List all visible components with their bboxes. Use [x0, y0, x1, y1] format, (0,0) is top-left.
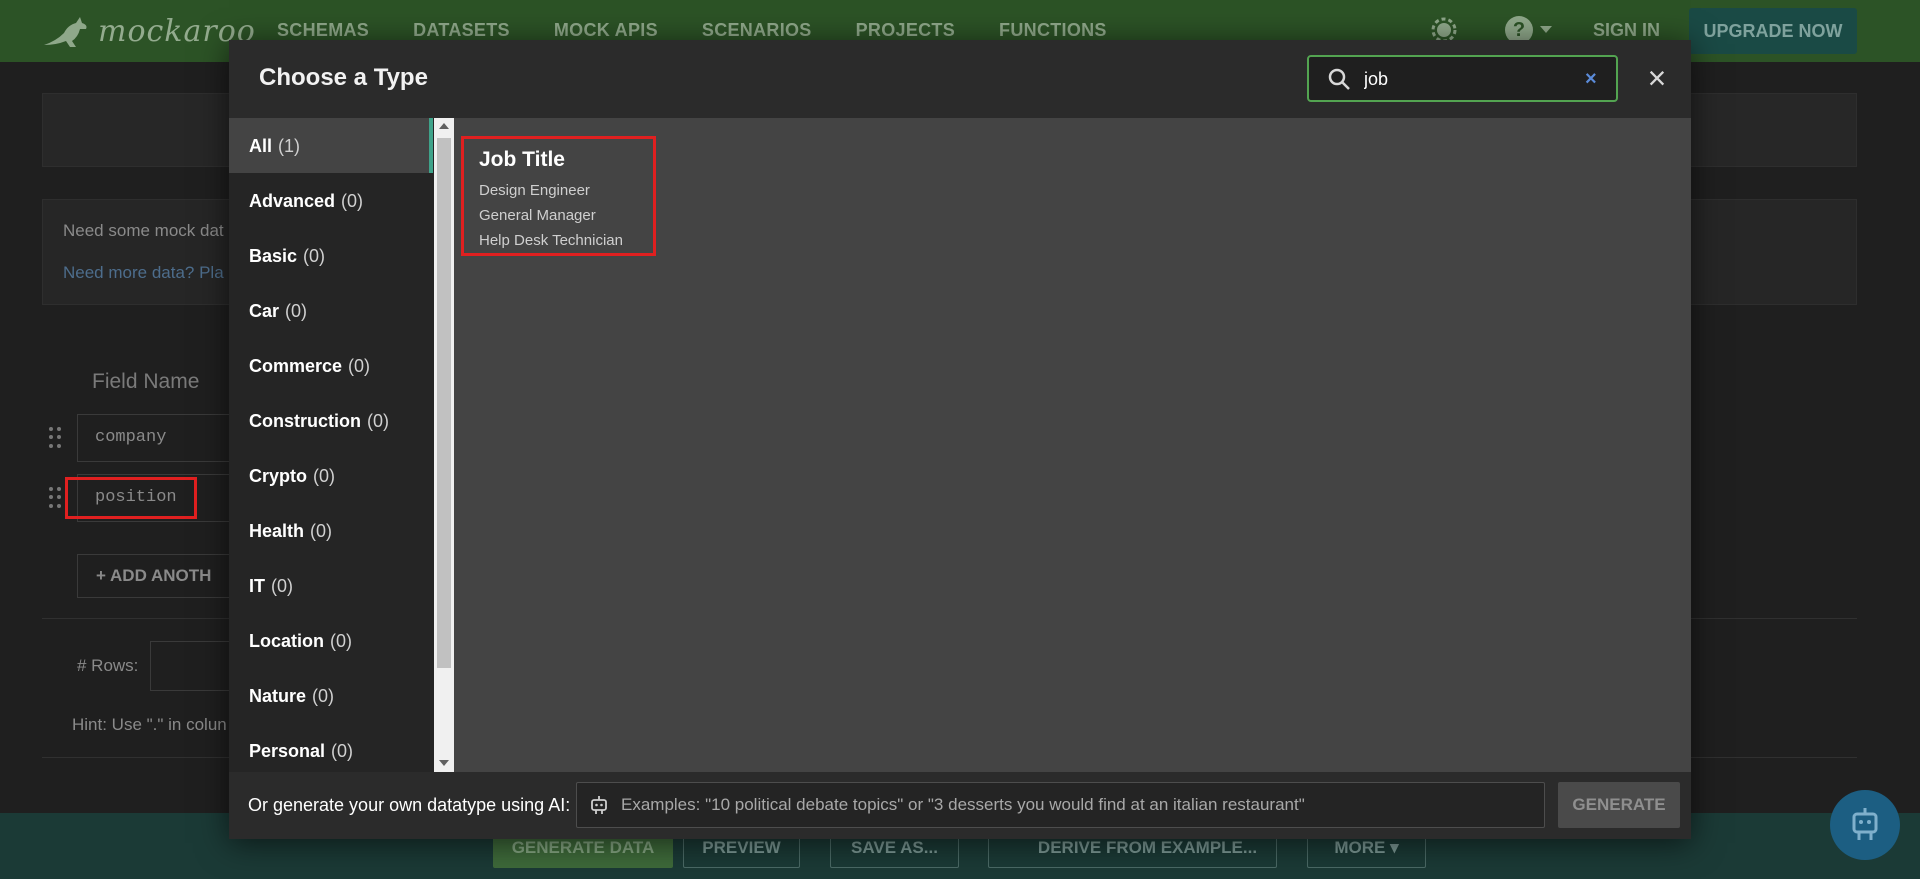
category-label: Advanced [249, 191, 336, 211]
nav-functions[interactable]: FUNCTIONS [999, 20, 1107, 41]
type-card-example: General Manager [479, 207, 596, 224]
type-card-example: Help Desk Technician [479, 232, 623, 249]
type-card-example: Design Engineer [479, 182, 590, 199]
scroll-down-arrow-icon[interactable] [439, 760, 449, 766]
category-label: Basic [249, 246, 298, 266]
sign-in-link[interactable]: SIGN IN [1593, 20, 1660, 41]
help-dropdown-caret-icon[interactable] [1540, 26, 1552, 33]
category-label: Car [249, 301, 280, 321]
category-count: (0) [341, 191, 364, 211]
category-count: (0) [330, 631, 352, 651]
main-nav: SCHEMAS DATASETS MOCK APIS SCENARIOS PRO… [277, 20, 1151, 41]
robot-icon [591, 796, 607, 814]
scroll-up-arrow-icon[interactable] [439, 123, 449, 129]
nav-scenarios[interactable]: SCENARIOS [702, 20, 812, 41]
more-label: MORE [1334, 838, 1386, 857]
nav-projects[interactable]: PROJECTS [856, 20, 955, 41]
type-search-input[interactable] [1364, 65, 1574, 93]
upgrade-now-button[interactable]: UPGRADE NOW [1689, 8, 1857, 54]
category-label: IT [249, 576, 265, 596]
add-another-field-button[interactable]: + ADD ANOTH [77, 554, 237, 598]
choose-type-modal: Choose a Type × × All(1) Advanced(0) Bas… [229, 40, 1691, 839]
type-card-title: Job Title [479, 148, 565, 171]
drag-handle-icon[interactable] [49, 427, 63, 449]
category-count: (0) [271, 576, 293, 596]
field-name-input[interactable]: company [77, 414, 237, 462]
category-construction[interactable]: Construction (0) [229, 393, 433, 448]
scroll-thumb[interactable] [437, 138, 451, 668]
kangaroo-icon [44, 16, 87, 47]
category-commerce[interactable]: Commerce (0) [229, 338, 433, 393]
category-personal[interactable]: Personal (0) [229, 723, 433, 772]
modal-title: Choose a Type [259, 64, 428, 91]
category-count: (1) [278, 136, 301, 156]
nav-mock-apis[interactable]: MOCK APIS [554, 20, 658, 41]
nav-schemas[interactable]: SCHEMAS [277, 20, 369, 41]
category-label: Personal [249, 741, 326, 761]
modal-header: Choose a Type × × [229, 40, 1691, 118]
category-label: Commerce [249, 356, 343, 376]
category-count: (0) [348, 356, 371, 376]
category-count: (0) [367, 411, 389, 431]
category-label: Nature [249, 686, 307, 706]
drag-handle-icon[interactable] [49, 487, 63, 509]
category-label: All [249, 136, 273, 156]
add-another-label: ADD ANOTH [110, 566, 212, 585]
category-count: (0) [331, 741, 354, 761]
ai-datatype-input[interactable] [621, 792, 1531, 818]
logo[interactable]: mockaroo [42, 14, 256, 49]
nav-datasets[interactable]: DATASETS [413, 20, 510, 41]
category-label: Crypto [249, 466, 307, 486]
category-location[interactable]: Location (0) [229, 613, 433, 668]
category-nature[interactable]: Nature (0) [229, 668, 433, 723]
category-count: (0) [285, 301, 308, 321]
highlight-box [65, 477, 197, 519]
ai-datatype-field [576, 782, 1545, 828]
category-count: (0) [313, 466, 335, 486]
notice-link[interactable]: Need more data? Pla [63, 263, 224, 283]
rows-label: # Rows: [77, 656, 139, 675]
category-crypto[interactable]: Crypto (0) [229, 448, 433, 503]
category-advanced[interactable]: Advanced (0) [229, 173, 433, 228]
clear-search-icon[interactable]: × [1585, 68, 1597, 91]
category-it[interactable]: IT (0) [229, 558, 433, 613]
category-label: Location [249, 631, 324, 651]
ai-generate-label: Or generate your own datatype using AI: [248, 795, 571, 815]
type-search-box: × [1307, 55, 1618, 102]
category-car[interactable]: Car (0) [229, 283, 433, 338]
search-icon [1328, 68, 1350, 90]
category-count: (0) [303, 246, 326, 266]
type-results-panel: Job Title Design Engineer General Manage… [454, 118, 1691, 772]
generate-button[interactable]: GENERATE [1558, 782, 1680, 828]
category-all[interactable]: All (1) [229, 118, 433, 173]
category-sidebar: All (1) Advanced (0) Basic (0) Car (0) Comme… [229, 118, 434, 772]
rows-input[interactable] [150, 641, 240, 691]
category-count: (0) [312, 686, 335, 706]
notice-text: Need some mock dat [63, 221, 224, 240]
ai-generate-footer: Or generate your own datatype using AI: … [229, 772, 1691, 839]
sidebar-scrollbar[interactable] [434, 118, 454, 772]
type-card-job-title[interactable]: Job Title Design Engineer General Manage… [461, 136, 656, 256]
category-label: Construction [249, 411, 361, 431]
close-modal-icon[interactable]: × [1642, 60, 1672, 96]
category-label: Health [249, 521, 305, 541]
ai-assistant-button[interactable] [1830, 790, 1900, 860]
robot-icon [1852, 808, 1878, 840]
category-count: (0) [310, 521, 333, 541]
hint-text: Hint: Use "." in colun [72, 715, 227, 734]
category-basic[interactable]: Basic (0) [229, 228, 433, 283]
category-health[interactable]: Health (0) [229, 503, 433, 558]
field-name-header: Field Name [92, 370, 200, 393]
